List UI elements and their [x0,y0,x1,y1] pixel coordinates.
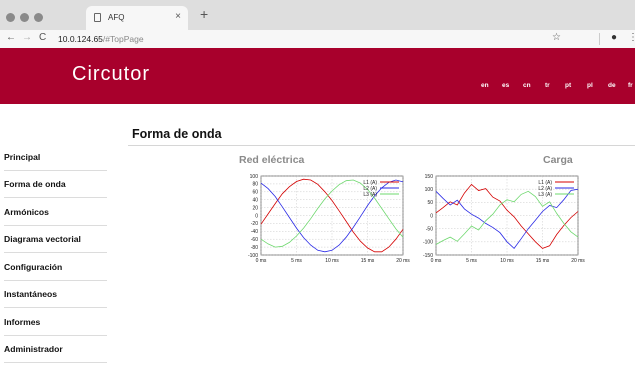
y-tick-label: 80 [252,182,258,188]
sidebar-item-forma-de-onda[interactable]: Forma de onda [4,171,107,198]
x-tick-label: 5 ms [466,258,477,264]
legend-label: L3 (A) [363,192,377,198]
browser-tab[interactable]: AFQ × [86,6,188,30]
y-tick-label: -100 [423,240,433,246]
y-tick-label: 150 [425,174,434,180]
close-window-button[interactable] [6,13,15,22]
x-tick-label: 15 ms [536,258,550,264]
y-tick-label: -80 [251,245,258,251]
sidebar-item-diagrama-vectorial[interactable]: Diagrama vectorial [4,226,107,253]
waveform-chart-carga: 150100500-50-100-1500 ms 5 ms 10 ms 15 ms 20… [423,174,585,264]
account-icon[interactable]: ● [611,32,617,43]
y-tick-label: 100 [250,174,259,180]
y-tick-label: 60 [252,190,258,196]
maximize-window-button[interactable] [34,13,43,22]
legend-label: L3 (A) [538,192,552,198]
tab-title: AFQ [108,13,125,22]
waveform-chart-red-electrica: 100806040200-20-40-60-80-1000 ms 5 ms 10 m… [248,174,410,264]
section-title-carga: Carga [543,154,573,166]
forward-arrow-icon[interactable]: → [22,32,32,43]
sidebar-item-label: Instantáneos [4,289,58,299]
lang-de[interactable]: de [608,82,616,89]
sidebar-item-armonicos[interactable]: Armónicos [4,199,107,226]
page-icon [94,13,101,22]
url-path: /#TopPage [102,34,144,44]
lang-en[interactable]: en [481,82,489,89]
sidebar-item-configuracion[interactable]: Configuración [4,254,107,281]
back-arrow-icon[interactable]: ← [6,32,16,43]
x-tick-label: 20 ms [571,258,585,264]
x-tick-label: 0 ms [256,258,267,264]
sidebar-item-label: Principal [4,152,41,162]
x-tick-label: 5 ms [291,258,302,264]
x-tick-label: 0 ms [431,258,442,264]
page-title: Forma de onda [132,127,222,141]
bookmark-star-icon[interactable]: ☆ [552,32,561,43]
close-tab-icon[interactable]: × [175,11,181,22]
y-tick-label: 20 [252,205,258,211]
y-tick-label: -50 [426,226,433,232]
sidebar-item-instantaneos[interactable]: Instantáneos [4,281,107,308]
lang-pl[interactable]: pl [587,82,593,89]
y-tick-label: -20 [251,221,258,227]
browser-tab-bar: AFQ × + [0,0,635,30]
title-divider [128,145,635,146]
reload-icon[interactable]: C [39,32,46,43]
y-tick-label: 100 [425,187,434,193]
y-tick-label: -60 [251,237,258,243]
menu-kebab-icon[interactable]: ⋮ [628,32,635,43]
url-field[interactable]: 10.0.124.65/#TopPage [58,34,144,44]
circutor-logo[interactable]: Circutor [72,63,150,86]
site-header: Circutor en es cn tr pt pl de fr [0,48,635,104]
y-tick-label: 40 [252,198,258,204]
new-tab-icon[interactable]: + [200,6,208,22]
y-tick-label: 0 [255,213,258,219]
section-title-red-electrica: Red eléctrica [239,154,305,166]
url-host: 10.0.124.65 [58,34,103,44]
sidebar-item-label: Diagrama vectorial [4,234,81,244]
x-tick-label: 15 ms [361,258,375,264]
lang-es[interactable]: es [502,82,509,89]
y-tick-label: -40 [251,229,258,235]
lang-tr[interactable]: tr [545,82,550,89]
lang-cn[interactable]: cn [523,82,531,89]
lang-fr[interactable]: fr [628,82,633,89]
address-bar: ← → C 10.0.124.65/#TopPage ☆ ● ⋮ [0,30,635,49]
minimize-window-button[interactable] [20,13,29,22]
toolbar-divider [599,33,600,45]
x-tick-label: 20 ms [396,258,410,264]
sidebar-item-label: Informes [4,317,41,327]
sidebar-item-administrador[interactable]: Administrador [4,336,107,363]
sidebar-item-label: Armónicos [4,207,49,217]
sidebar-item-label: Forma de onda [4,179,66,189]
y-tick-label: 0 [430,213,433,219]
sidebar-item-principal[interactable]: Principal [4,144,107,171]
y-tick-label: 50 [427,200,433,206]
sidebar-item-label: Configuración [4,262,63,272]
sidebar-item-informes[interactable]: Informes [4,309,107,336]
x-tick-label: 10 ms [325,258,339,264]
sidebar-item-label: Administrador [4,344,63,354]
lang-pt[interactable]: pt [565,82,571,89]
window-controls [6,9,48,27]
x-tick-label: 10 ms [500,258,514,264]
